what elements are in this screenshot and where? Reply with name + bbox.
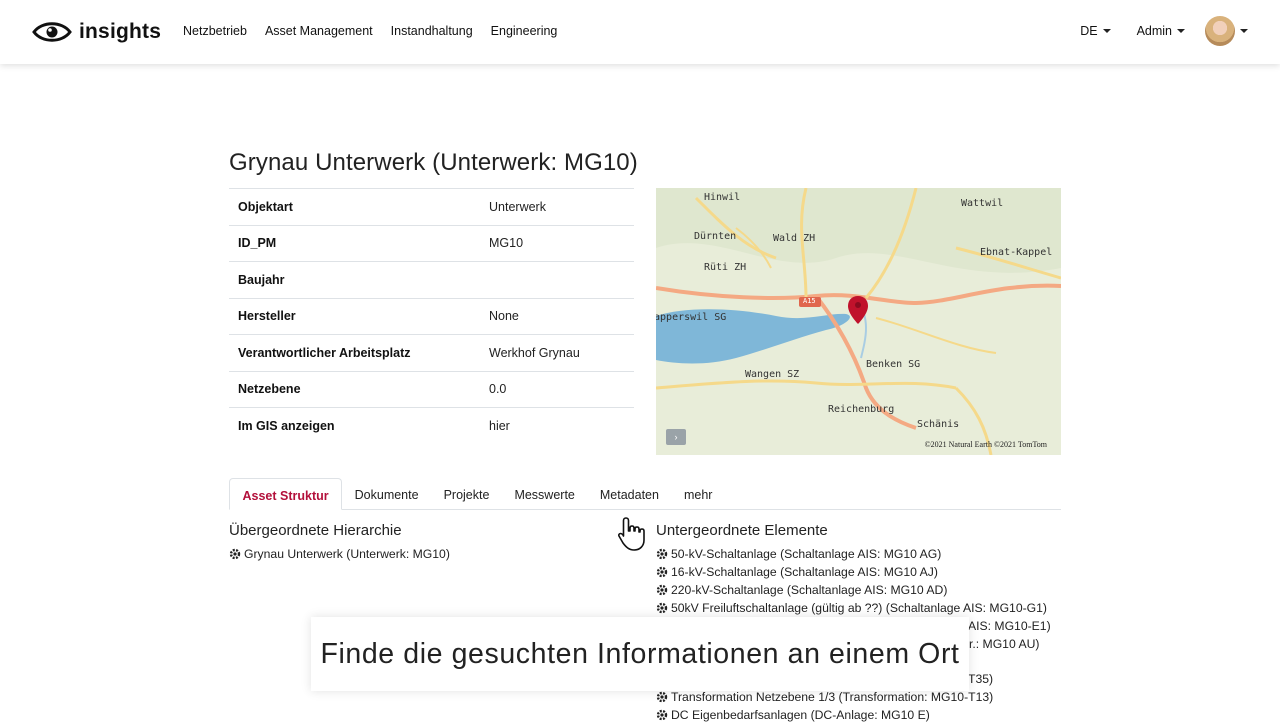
children-title: Untergeordnete Elemente <box>656 522 828 539</box>
map-label: Benken SG <box>866 359 921 370</box>
eye-icon <box>32 22 72 42</box>
child-element-partial[interactable]: T35) <box>968 672 993 686</box>
child-element-label: 220-kV-Schaltanlage (Schaltanlage AIS: M… <box>671 583 948 597</box>
nav-instandhaltung[interactable]: Instandhaltung <box>391 24 473 38</box>
tab-metadaten[interactable]: Metadaten <box>587 478 671 510</box>
gis-link[interactable]: hier <box>489 407 634 444</box>
child-element-label: Transformation Netzebene 1/3 (Transforma… <box>671 690 994 704</box>
detail-value: 0.0 <box>489 370 634 408</box>
gear-icon <box>656 548 668 560</box>
tab-dokumente[interactable]: Dokumente <box>342 478 431 510</box>
detail-value: Werkhof Grynau <box>489 334 634 371</box>
gear-icon <box>656 691 668 703</box>
brand-name: insights <box>79 20 162 43</box>
nav-engineering[interactable]: Engineering <box>491 24 558 38</box>
admin-label: Admin <box>1136 24 1172 38</box>
gear-icon <box>656 566 668 578</box>
gear-icon <box>656 602 668 614</box>
child-element[interactable]: 50kV Freiluftschaltanlage (gültig ab ??)… <box>656 601 1047 615</box>
child-element-label: T35) <box>968 672 994 686</box>
map-label: Wangen SZ <box>745 369 800 380</box>
child-element-label: 50kV Freiluftschaltanlage (gültig ab ??)… <box>671 601 1047 615</box>
tab-messwerte[interactable]: Messwerte <box>502 478 587 510</box>
admin-dropdown[interactable]: Admin <box>1137 24 1185 38</box>
table-row: Baujahr <box>229 261 634 298</box>
caret-down-icon <box>1177 29 1185 33</box>
hierarchy-item-label: Grynau Unterwerk (Unterwerk: MG10) <box>244 547 450 561</box>
language-dropdown[interactable]: DE <box>1080 24 1111 38</box>
map-label: Hinwil <box>704 192 741 203</box>
table-row: Netzebene 0.0 <box>229 370 634 408</box>
gear-icon <box>656 584 668 596</box>
table-row: Im GIS anzeigen hier <box>229 407 634 444</box>
asset-details-table: Objektart Unterwerk ID_PM MG10 Baujahr H… <box>229 188 634 444</box>
detail-key: Baujahr <box>229 261 489 298</box>
detail-value <box>489 261 634 298</box>
detail-tabs: Asset Struktur Dokumente Projekte Messwe… <box>229 478 1061 510</box>
table-row: Objektart Unterwerk <box>229 188 634 225</box>
video-caption: Finde die gesuchten Informationen an ein… <box>311 617 969 691</box>
map-label: Ebnat-Kappel <box>980 247 1053 258</box>
map-expand-button[interactable]: › <box>666 429 686 445</box>
gear-icon <box>229 548 241 560</box>
child-element-label: 50-kV-Schaltanlage (Schaltanlage AIS: MG… <box>671 547 942 561</box>
brand-logo[interactable]: insights <box>32 18 161 46</box>
nav-right: DE Admin <box>1080 16 1248 46</box>
map-label: Wattwil <box>961 198 1004 209</box>
child-element[interactable]: Transformation Netzebene 1/3 (Transforma… <box>656 690 993 704</box>
hand-pointer-icon <box>618 517 645 551</box>
map-attribution: ©2021 Natural Earth ©2021 TomTom <box>924 440 1047 449</box>
detail-value: Unterwerk <box>489 188 634 225</box>
detail-value: None <box>489 297 634 335</box>
tab-mehr[interactable]: mehr <box>671 478 724 510</box>
hierarchy-title: Übergeordnete Hierarchie <box>229 522 402 539</box>
child-element-label: AIS: MG10-E1) <box>968 619 1051 633</box>
detail-key: Netzebene <box>229 370 489 408</box>
caret-down-icon <box>1102 29 1111 33</box>
child-element[interactable]: 50-kV-Schaltanlage (Schaltanlage AIS: MG… <box>656 547 941 561</box>
child-element-label: r.: MG10 AU) <box>969 637 1040 651</box>
main-nav: Netzbetrieb Asset Management Instandhalt… <box>183 24 575 38</box>
detail-key: Hersteller <box>229 297 489 335</box>
top-navbar: insights Netzbetrieb Asset Management In… <box>0 0 1280 64</box>
child-element[interactable]: 220-kV-Schaltanlage (Schaltanlage AIS: M… <box>656 583 947 597</box>
detail-key: Verantwortlicher Arbeitsplatz <box>229 334 489 371</box>
nav-asset-management[interactable]: Asset Management <box>265 24 373 38</box>
map-label: Rüti ZH <box>704 262 747 273</box>
language-label: DE <box>1080 24 1098 38</box>
detail-key: ID_PM <box>229 224 489 262</box>
location-map[interactable]: Hinwil Wattwil Dürnten Wald ZH Ebnat-Kap… <box>656 188 1061 455</box>
caret-down-icon <box>1240 29 1248 33</box>
table-row: Verantwortlicher Arbeitsplatz Werkhof Gr… <box>229 334 634 371</box>
map-label: Rapperswil SG <box>656 312 727 323</box>
hierarchy-item[interactable]: Grynau Unterwerk (Unterwerk: MG10) <box>229 547 450 561</box>
tab-asset-struktur[interactable]: Asset Struktur <box>229 478 343 510</box>
child-element-label: 16-kV-Schaltanlage (Schaltanlage AIS: MG… <box>671 565 938 579</box>
table-row: Hersteller None <box>229 297 634 335</box>
detail-value: MG10 <box>489 224 634 262</box>
child-element[interactable]: 16-kV-Schaltanlage (Schaltanlage AIS: MG… <box>656 565 938 579</box>
gear-icon <box>656 709 668 721</box>
map-label: Dürnten <box>694 231 737 242</box>
page-title: Grynau Unterwerk (Unterwerk: MG10) <box>229 149 638 176</box>
user-avatar-dropdown[interactable] <box>1205 16 1248 46</box>
avatar <box>1205 16 1235 46</box>
map-label: Wald ZH <box>773 233 816 244</box>
child-element-partial[interactable]: r.: MG10 AU) <box>969 637 1039 651</box>
nav-netzbetrieb[interactable]: Netzbetrieb <box>183 24 247 38</box>
table-row: ID_PM MG10 <box>229 224 634 262</box>
map-label: Schänis <box>917 419 960 430</box>
detail-key: Objektart <box>229 188 489 225</box>
detail-key: Im GIS anzeigen <box>229 407 489 444</box>
map-label: Reichenburg <box>828 404 895 415</box>
map-road-label: A15 <box>803 297 816 305</box>
child-element-partial[interactable]: AIS: MG10-E1) <box>968 619 1051 633</box>
caption-text: Finde die gesuchten Informationen an ein… <box>320 637 960 670</box>
tab-projekte[interactable]: Projekte <box>431 478 502 510</box>
